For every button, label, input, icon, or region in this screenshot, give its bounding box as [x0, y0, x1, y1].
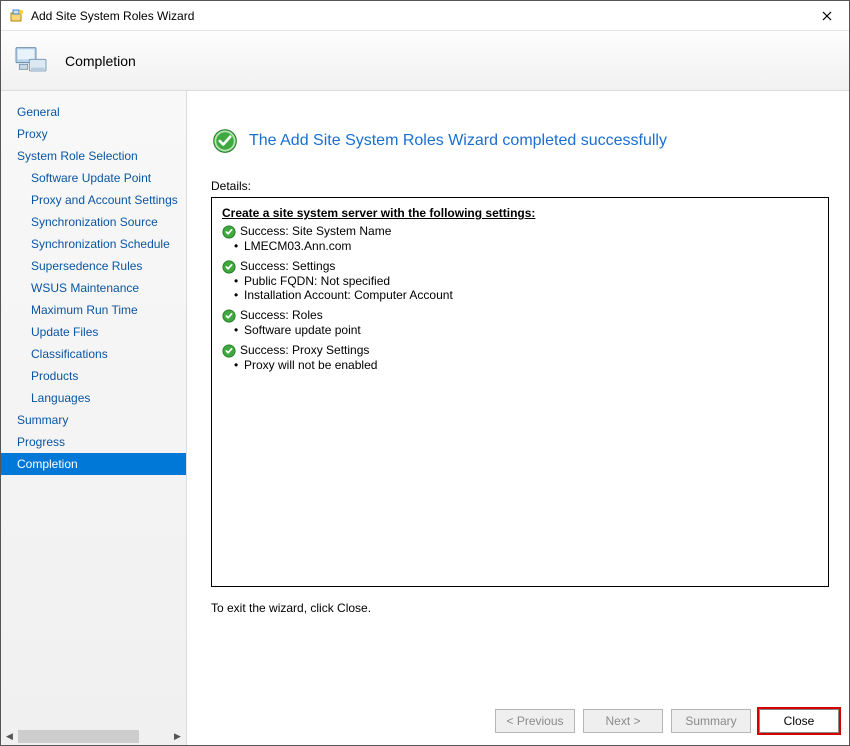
check-icon: [222, 309, 236, 323]
detail-success-title: Success: Settings: [240, 259, 335, 273]
wizard-header: Completion: [1, 31, 849, 91]
success-check-icon: [211, 127, 239, 155]
detail-success-title: Success: Roles: [240, 308, 323, 322]
nav-item-progress[interactable]: Progress: [1, 431, 186, 453]
nav-item-proxy[interactable]: Proxy: [1, 123, 186, 145]
detail-bullet: Proxy will not be enabled: [222, 358, 818, 372]
details-label: Details:: [211, 179, 829, 193]
nav-item-summary[interactable]: Summary: [1, 409, 186, 431]
next-button[interactable]: Next >: [583, 709, 663, 733]
detail-success-title: Success: Proxy Settings: [240, 343, 369, 357]
summary-button[interactable]: Summary: [671, 709, 751, 733]
nav-item-completion[interactable]: Completion: [1, 453, 186, 475]
details-heading: Create a site system server with the fol…: [222, 206, 818, 220]
nav-item-maximum-run-time[interactable]: Maximum Run Time: [1, 299, 186, 321]
check-icon: [222, 344, 236, 358]
wizard-button-bar: < Previous Next > Summary Close: [187, 697, 849, 745]
detail-success-line: Success: Settings: [222, 259, 818, 274]
nav-item-synchronization-source[interactable]: Synchronization Source: [1, 211, 186, 233]
detail-group: Success: Proxy SettingsProxy will not be…: [222, 343, 818, 372]
nav-item-classifications[interactable]: Classifications: [1, 343, 186, 365]
detail-bullet: Installation Account: Computer Account: [222, 288, 818, 302]
detail-success-line: Success: Roles: [222, 308, 818, 323]
detail-success-title: Success: Site System Name: [240, 224, 391, 238]
scroll-left-icon[interactable]: ◀: [1, 728, 18, 745]
scroll-right-icon[interactable]: ▶: [169, 728, 186, 745]
nav-item-general[interactable]: General: [1, 101, 186, 123]
detail-bullet: Software update point: [222, 323, 818, 337]
wizard-main-panel: The Add Site System Roles Wizard complet…: [187, 91, 849, 745]
success-message: The Add Site System Roles Wizard complet…: [249, 132, 667, 150]
detail-group: Success: SettingsPublic FQDN: Not specif…: [222, 259, 818, 302]
step-title: Completion: [65, 53, 136, 69]
wizard-nav-sidebar: GeneralProxySystem Role SelectionSoftwar…: [1, 91, 187, 745]
previous-button[interactable]: < Previous: [495, 709, 575, 733]
nav-item-products[interactable]: Products: [1, 365, 186, 387]
nav-item-software-update-point[interactable]: Software Update Point: [1, 167, 186, 189]
check-icon: [222, 225, 236, 239]
wizard-icon: [9, 8, 25, 24]
check-icon: [222, 260, 236, 274]
window-close-button[interactable]: [805, 1, 849, 31]
sidebar-horizontal-scrollbar[interactable]: ◀ ▶: [1, 728, 186, 745]
window-title: Add Site System Roles Wizard: [31, 9, 805, 23]
detail-bullet: LMECM03.Ann.com: [222, 239, 818, 253]
nav-item-supersedence-rules[interactable]: Supersedence Rules: [1, 255, 186, 277]
nav-item-synchronization-schedule[interactable]: Synchronization Schedule: [1, 233, 186, 255]
nav-item-proxy-and-account-settings[interactable]: Proxy and Account Settings: [1, 189, 186, 211]
nav-item-update-files[interactable]: Update Files: [1, 321, 186, 343]
details-box: Create a site system server with the fol…: [211, 197, 829, 587]
nav-item-system-role-selection[interactable]: System Role Selection: [1, 145, 186, 167]
detail-group: Success: RolesSoftware update point: [222, 308, 818, 337]
scroll-thumb[interactable]: [18, 730, 139, 743]
exit-hint: To exit the wizard, click Close.: [211, 601, 829, 615]
titlebar: Add Site System Roles Wizard: [1, 1, 849, 31]
computer-icon: [11, 41, 51, 81]
detail-bullet: Public FQDN: Not specified: [222, 274, 818, 288]
nav-item-languages[interactable]: Languages: [1, 387, 186, 409]
scroll-track[interactable]: [18, 728, 169, 745]
detail-success-line: Success: Site System Name: [222, 224, 818, 239]
detail-success-line: Success: Proxy Settings: [222, 343, 818, 358]
detail-group: Success: Site System NameLMECM03.Ann.com: [222, 224, 818, 253]
close-button[interactable]: Close: [759, 709, 839, 733]
nav-item-wsus-maintenance[interactable]: WSUS Maintenance: [1, 277, 186, 299]
